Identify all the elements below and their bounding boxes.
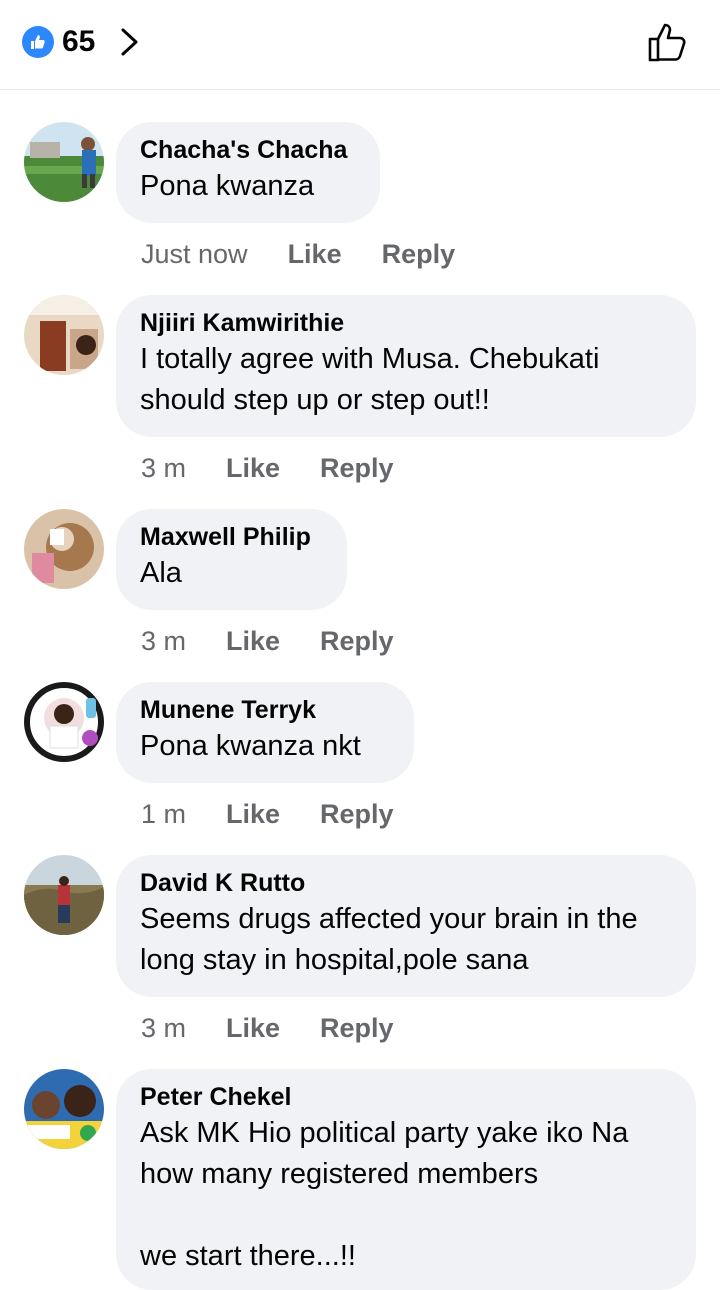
- comment-timestamp[interactable]: 1 m: [141, 798, 186, 830]
- comment-text: Pona kwanza nkt: [140, 730, 361, 762]
- reaction-count[interactable]: 65: [62, 24, 95, 60]
- like-button[interactable]: Like: [226, 798, 280, 830]
- comment-timestamp[interactable]: 3 m: [141, 452, 186, 484]
- avatar[interactable]: [24, 1069, 104, 1149]
- reply-button[interactable]: Reply: [320, 1012, 394, 1044]
- thumbs-up-outline-icon[interactable]: [646, 20, 690, 64]
- comment-text: I totally agree with Musa. Chebukati sho…: [140, 343, 600, 416]
- comment-timestamp[interactable]: 3 m: [141, 1012, 186, 1044]
- comment-author[interactable]: Maxwell Philip: [140, 521, 323, 553]
- like-button[interactable]: Like: [226, 625, 280, 657]
- comment-author[interactable]: Chacha's Chacha: [140, 134, 356, 166]
- reply-button[interactable]: Reply: [320, 625, 394, 657]
- avatar[interactable]: [24, 855, 104, 935]
- comment-bubble[interactable]: Chacha's Chacha Pona kwanza: [116, 122, 380, 223]
- avatar[interactable]: [24, 509, 104, 589]
- comment-author[interactable]: David K Rutto: [140, 867, 672, 899]
- avatar[interactable]: [24, 682, 104, 762]
- comment-text: Ask MK Hio political party yake iko Na h…: [140, 1117, 629, 1272]
- comment-actions: Just now Like Reply: [141, 238, 495, 270]
- comment-bubble[interactable]: Njiiri Kamwirithie I totally agree with …: [116, 295, 696, 437]
- reply-button[interactable]: Reply: [320, 798, 394, 830]
- comment-author[interactable]: Njiiri Kamwirithie: [140, 307, 672, 339]
- comment-bubble[interactable]: Peter Chekel Ask MK Hio political party …: [116, 1069, 696, 1290]
- comment-timestamp[interactable]: Just now: [141, 238, 248, 270]
- avatar[interactable]: [24, 295, 104, 375]
- like-button[interactable]: Like: [226, 1012, 280, 1044]
- comment-timestamp[interactable]: 3 m: [141, 625, 186, 657]
- comment-actions: 3 m Like Reply: [141, 625, 434, 657]
- comment-actions: 3 m Like Reply: [141, 1012, 434, 1044]
- like-reaction-icon[interactable]: [22, 26, 54, 58]
- reply-button[interactable]: Reply: [382, 238, 456, 270]
- comment-text: Ala: [140, 557, 182, 589]
- comment-author[interactable]: Munene Terryk: [140, 694, 390, 726]
- comment-text: Seems drugs affected your brain in the l…: [140, 903, 638, 976]
- like-button[interactable]: Like: [288, 238, 342, 270]
- comment-actions: 1 m Like Reply: [141, 798, 434, 830]
- chevron-right-icon[interactable]: [118, 24, 142, 60]
- comment-bubble[interactable]: Maxwell Philip Ala: [116, 509, 347, 610]
- comment-actions: 3 m Like Reply: [141, 452, 434, 484]
- reply-button[interactable]: Reply: [320, 452, 394, 484]
- avatar[interactable]: [24, 122, 104, 202]
- like-button[interactable]: Like: [226, 452, 280, 484]
- comment-bubble[interactable]: Munene Terryk Pona kwanza nkt: [116, 682, 414, 783]
- comment-bubble[interactable]: David K Rutto Seems drugs affected your …: [116, 855, 696, 997]
- reactions-header: 65: [0, 0, 720, 90]
- comment-author[interactable]: Peter Chekel: [140, 1081, 672, 1113]
- comment-text: Pona kwanza: [140, 170, 315, 202]
